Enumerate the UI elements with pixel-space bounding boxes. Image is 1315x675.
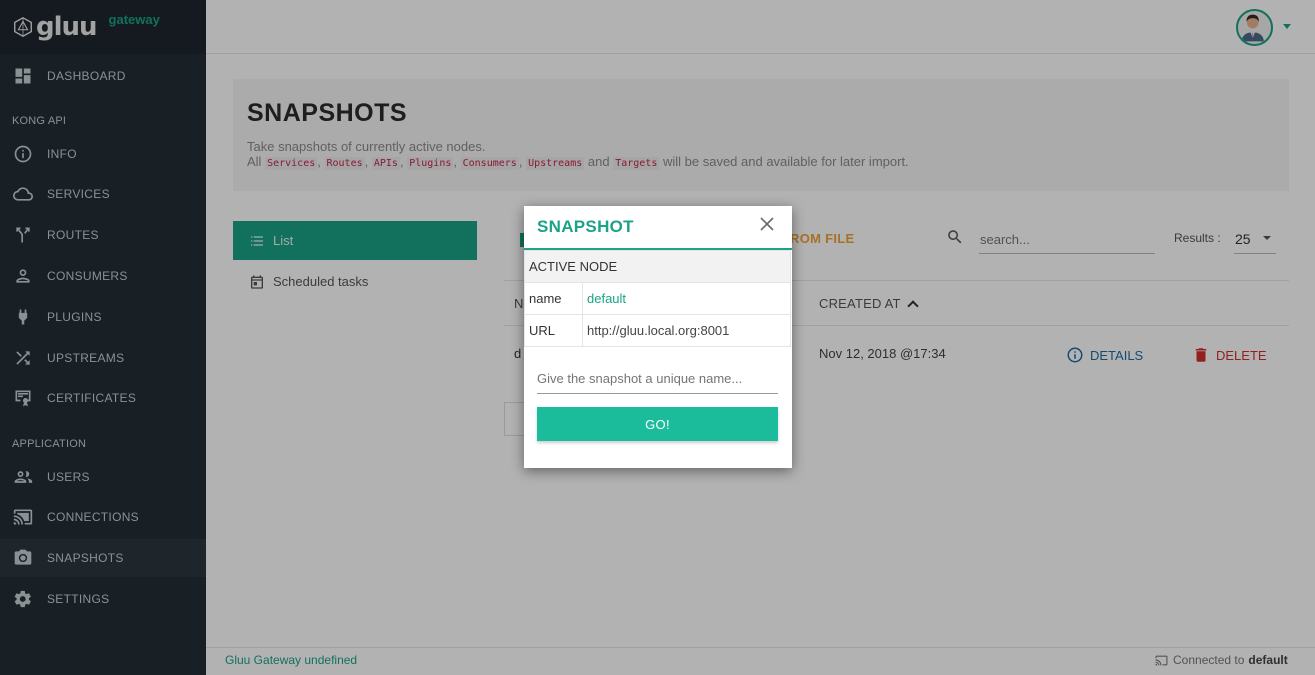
- node-key-name: name: [524, 282, 583, 315]
- node-key-url: URL: [524, 314, 583, 347]
- node-value-name[interactable]: default: [582, 282, 791, 315]
- table-row: URL http://gluu.local.org:8001: [524, 314, 791, 347]
- go-button[interactable]: GO!: [537, 407, 778, 441]
- modal-title: SNAPSHOT: [537, 217, 634, 236]
- active-node-table: ACTIVE NODE name default URL http://gluu…: [524, 250, 791, 347]
- active-node-heading: ACTIVE NODE: [524, 250, 791, 283]
- table-row: name default: [524, 282, 791, 315]
- snapshot-name-input[interactable]: [537, 364, 778, 394]
- close-icon[interactable]: [759, 216, 775, 232]
- snapshot-modal: SNAPSHOT ACTIVE NODE name default URL ht…: [524, 206, 792, 468]
- node-value-url: http://gluu.local.org:8001: [582, 314, 791, 347]
